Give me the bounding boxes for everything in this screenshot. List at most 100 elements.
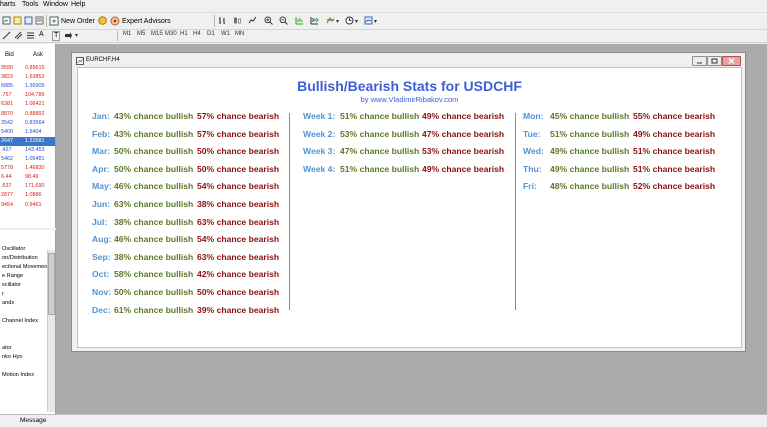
navigator-item[interactable]: e Range: [2, 273, 23, 279]
market-watch-row[interactable]: .637 171.690: [0, 182, 55, 191]
candlestick-icon[interactable]: [233, 16, 242, 25]
menu-help[interactable]: Help: [71, 1, 85, 8]
month-row: Nov: 50% chance bullish 50% chance bearish: [92, 287, 292, 299]
zoom-out-icon[interactable]: [279, 16, 288, 25]
fibonacci-icon[interactable]: [26, 31, 35, 40]
ask-value: 1.46830: [25, 165, 45, 172]
channel-icon[interactable]: [14, 31, 23, 40]
timeframe-mn[interactable]: MN: [235, 31, 244, 37]
bid-value: 9454: [1, 201, 13, 208]
period-label: Nov:: [92, 287, 112, 297]
timeframe-m30[interactable]: M30: [165, 31, 177, 37]
zoom-in-icon[interactable]: [264, 16, 273, 25]
market-watch-row[interactable]: 5462 1.05481: [0, 155, 55, 164]
menu-tools[interactable]: Tools: [22, 1, 38, 8]
tile-windows-icon[interactable]: [295, 16, 304, 25]
market-watch-row[interactable]: 3823 1.63852: [0, 73, 55, 82]
navigator-item[interactable]: r: [2, 291, 4, 297]
navigator-item[interactable]: nko Hyo: [2, 354, 23, 360]
restore-button[interactable]: [707, 56, 722, 66]
period-label: Thu:: [523, 163, 542, 174]
market-watch-row[interactable]: 6885 1.36905: [0, 82, 55, 91]
navigator-item[interactable]: scillator: [2, 282, 21, 288]
timeframe-d1[interactable]: D1: [207, 31, 215, 37]
navigator-item[interactable]: ands: [2, 300, 14, 306]
ask-value: 0.89615: [25, 65, 45, 71]
bullish-stat: 45% chance bullish: [550, 111, 630, 121]
text-label-icon[interactable]: T: [52, 31, 61, 41]
new-order-button[interactable]: New Order: [49, 15, 95, 27]
bullish-stat: 58% chance bullish: [114, 269, 194, 280]
line-chart-icon[interactable]: [248, 16, 257, 25]
navigator-item[interactable]: Motion Index: [2, 372, 34, 378]
market-watch-row[interactable]: 5400 1.5404: [0, 128, 55, 137]
timeframe-m5[interactable]: M5: [137, 31, 145, 37]
timeframe-h1[interactable]: H1: [180, 31, 188, 37]
arrow-dropdown-icon[interactable]: ▾: [75, 32, 78, 39]
bullish-stat: 51% chance bullish: [340, 163, 420, 174]
arrow-tool-icon[interactable]: [64, 31, 73, 40]
period-label: Week 3:: [303, 146, 336, 157]
metaeditor-icon[interactable]: [98, 16, 107, 25]
templates-icon[interactable]: [364, 16, 373, 25]
chart-shift-icon[interactable]: [310, 16, 319, 25]
bullish-stat: 51% chance bullish: [550, 128, 630, 139]
close-button[interactable]: [722, 56, 741, 66]
expert-advisors-button[interactable]: Expert Advisors: [110, 15, 171, 27]
period-label: Mon:: [523, 111, 544, 121]
text-tool-icon[interactable]: A: [39, 31, 44, 38]
navigator-item[interactable]: on/Distribution: [2, 255, 38, 261]
period-label: Week 4:: [303, 163, 336, 174]
periods-dropdown-icon[interactable]: ▾: [355, 18, 358, 25]
market-watch-row[interactable]: 6.44 98.49: [0, 173, 55, 182]
new-chart-icon[interactable]: [2, 16, 11, 25]
ask-value: 143.453: [25, 146, 45, 153]
navigator-item[interactable]: Channel Index: [2, 318, 38, 324]
profiles-icon[interactable]: [13, 16, 22, 25]
navigator-scroll-thumb[interactable]: [48, 253, 55, 315]
bearish-stat: 49% chance bearish: [422, 111, 505, 121]
market-watch-row[interactable]: 3542 0.83564: [0, 119, 55, 128]
market-watch-row[interactable]: .427 143.453: [0, 146, 55, 155]
day-row: Fri: 48% chance bullish 52% chance bearish: [523, 181, 723, 193]
timeframe-h4[interactable]: H4: [193, 31, 201, 37]
minimize-button[interactable]: [692, 56, 707, 66]
market-watch-row[interactable]: 9590 0.89615: [0, 64, 55, 73]
period-label: Fri:: [523, 181, 537, 192]
navigator-item[interactable]: ectional Movemen: [2, 264, 47, 270]
bearish-stat: 54% chance bearish: [197, 234, 280, 245]
market-watch-row[interactable]: 8870 0.88892: [0, 110, 55, 119]
timeframe-m15[interactable]: M15: [151, 31, 163, 37]
menu-charts[interactable]: harts: [0, 1, 16, 8]
bullish-stat: 49% chance bullish: [550, 146, 630, 157]
bar-chart-icon[interactable]: [218, 16, 227, 25]
market-watch-icon[interactable]: [24, 16, 33, 25]
market-watch-row[interactable]: .767 104.786: [0, 91, 55, 100]
bearish-stat: 38% chance bearish: [197, 199, 280, 209]
market-watch-row[interactable]: 9454 0.9461: [0, 201, 55, 210]
market-watch-row[interactable]: 2877 1.0886: [0, 191, 55, 200]
periods-icon[interactable]: [345, 16, 354, 25]
ask-value: 1.63852: [25, 74, 45, 81]
chart-area[interactable]: Bullish/Bearish Stats for USDCHF by www.…: [77, 67, 742, 348]
day-row: Mon: 45% chance bullish 55% chance bearish: [523, 111, 723, 123]
navigator-item[interactable]: Oscillator: [2, 246, 25, 252]
period-label: Oct:: [92, 269, 110, 280]
navigator-item[interactable]: ator: [2, 345, 12, 351]
timeframe-w1[interactable]: W1: [221, 31, 230, 37]
templates-dropdown-icon[interactable]: ▾: [374, 18, 377, 25]
bullish-stat: 53% chance bullish: [340, 128, 420, 139]
market-watch-row[interactable]: 5778 1.46830: [0, 164, 55, 173]
menu-window[interactable]: Window: [43, 1, 68, 8]
market-watch-row[interactable]: 2647 1.22681: [0, 136, 55, 146]
bullish-stat: 47% chance bullish: [340, 146, 420, 157]
bid-header[interactable]: Bid: [5, 52, 14, 58]
timeframe-m1[interactable]: M1: [123, 31, 131, 37]
period-label: Feb:: [92, 128, 111, 139]
ask-header[interactable]: Ask: [33, 52, 43, 58]
indicators-icon[interactable]: [326, 16, 335, 25]
indicators-dropdown-icon[interactable]: ▾: [336, 18, 339, 25]
market-watch-row[interactable]: 6381 1.06421: [0, 100, 55, 109]
data-window-icon[interactable]: [35, 16, 44, 25]
trendline-icon[interactable]: [2, 31, 11, 40]
